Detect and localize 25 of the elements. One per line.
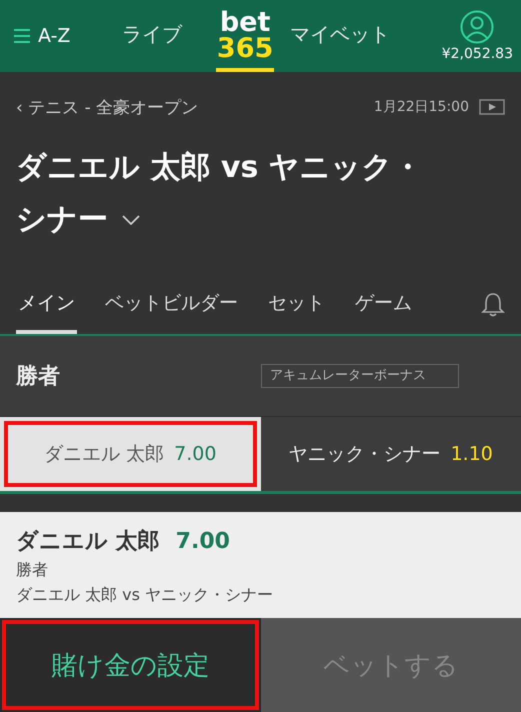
user-icon[interactable] [460,10,494,44]
odds-button[interactable]: ダニエル 太郎 7.00 [0,417,260,491]
event-name: ダニエル 太郎 vs ヤニック・シナー [16,585,274,606]
bell-icon[interactable] [481,292,505,318]
match-title: シナー [16,201,108,239]
market-tab[interactable]: ベットビルダー [103,276,240,334]
nav-tab[interactable]: マイベット [284,0,396,72]
selection-odds: 7.00 [176,529,230,554]
event-datetime: 1月22日15:00 [374,98,469,116]
menu-button[interactable]: A-Z [14,0,70,72]
market-title: 勝者 [16,363,61,391]
account-balance: ¥2,052.83 [442,46,513,62]
accumulator-bonus-tag: アキュムレーターボーナス [261,364,459,388]
selection-name: ダニエル 太郎 [16,528,160,556]
market-tab[interactable]: セット [266,276,327,334]
chevron-down-icon[interactable] [122,215,140,225]
odds-button[interactable]: ヤニック・シナー 1.10 [260,417,521,491]
menu-icon [14,29,30,43]
play-icon[interactable] [479,99,505,115]
back-link[interactable]: ‹ テニス - 全豪オープン [16,96,198,118]
action-button[interactable]: 賭け金の設定 [0,618,260,712]
match-title: ダニエル 太郎 vs ヤニック・ [16,149,424,187]
nav-tab[interactable]: ライブ [116,0,188,72]
market-name: 勝者 [16,560,49,581]
market-tab[interactable]: ゲーム [353,276,414,334]
